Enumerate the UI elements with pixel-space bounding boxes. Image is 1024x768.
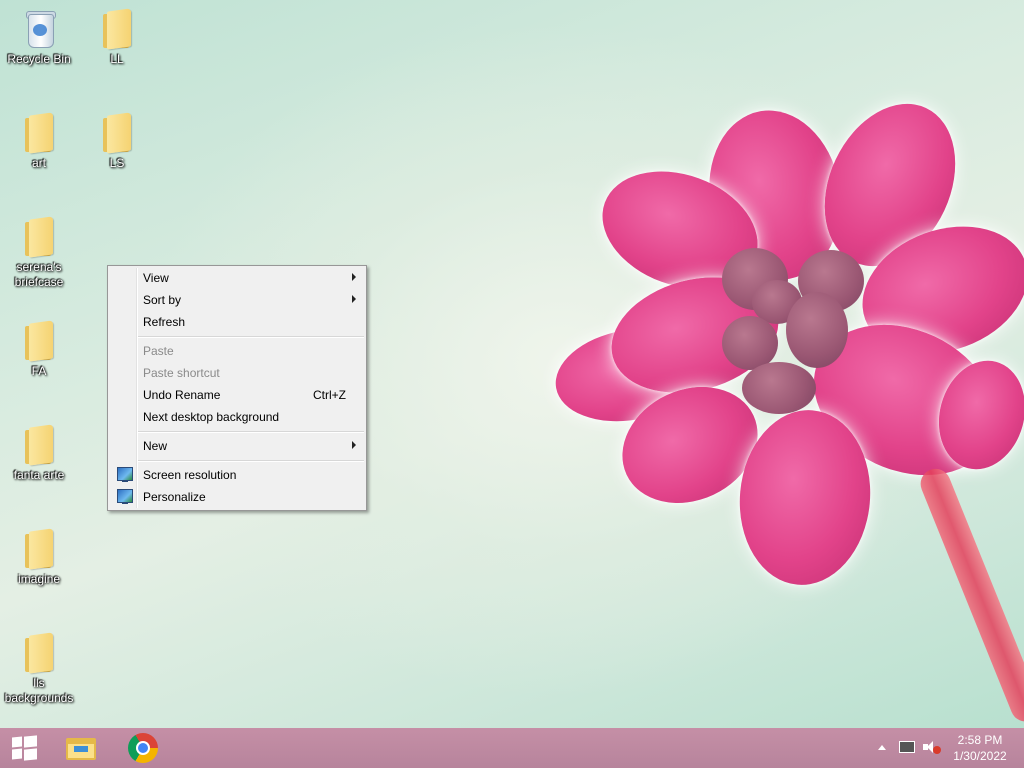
volume-muted-icon [923,741,941,755]
folder-icon [19,632,59,674]
display-icon [117,467,133,482]
folder-ls[interactable]: LS [79,112,155,171]
menu-item-paste-shortcut: Paste shortcut [110,362,364,384]
menu-item-next-desktop-background[interactable]: Next desktop background [110,406,364,428]
submenu-arrow-icon [352,273,356,281]
submenu-arrow-icon [352,441,356,449]
chevron-up-icon [878,745,886,750]
menu-item-view[interactable]: View [110,267,364,289]
volume-button[interactable] [920,728,942,768]
network-button[interactable] [896,728,918,768]
folder-fanta-arte[interactable]: fanta arte [1,424,77,483]
desktop[interactable]: Recycle Bin LL art LS serena's briefcase… [0,0,1024,728]
menu-separator [138,460,364,462]
menu-item-label: Paste [143,344,174,358]
menu-item-label: Next desktop background [143,410,280,424]
desktop-icon-label: FA [31,364,47,378]
folder-ll[interactable]: LL [79,8,155,67]
taskbar-clock[interactable]: 2:58 PM 1/30/2022 [950,732,1010,764]
desktop-icon-label: fanta arte [13,468,65,482]
folder-icon [97,112,137,154]
folder-icon [19,424,59,466]
menu-item-label: Refresh [143,315,186,329]
chrome-button[interactable] [120,730,166,766]
menu-item-screen-resolution[interactable]: Screen resolution [110,464,364,486]
desktop-icon-label: imagine [17,572,61,586]
menu-item-refresh[interactable]: Refresh [110,311,364,333]
folder-serenas-briefcase[interactable]: serena's briefcase [1,216,77,290]
menu-item-label: Paste shortcut [143,366,220,380]
desktop-icon-label: LL [110,52,124,66]
recycle-bin[interactable]: Recycle Bin [1,8,77,67]
file-explorer-button[interactable] [58,730,104,766]
menu-item-label: Undo Rename [143,388,221,402]
folder-icon [19,216,59,258]
clock-date: 1/30/2022 [953,749,1007,763]
folder-icon [19,320,59,362]
start-button[interactable] [0,728,48,768]
folder-art[interactable]: art [1,112,77,171]
folder-icon [97,8,137,50]
network-icon [899,741,915,753]
desktop-icon-label: LS [109,156,125,170]
menu-item-shortcut: Ctrl+Z [313,388,346,402]
folder-lls-backgrounds[interactable]: lls backgrounds [1,632,77,706]
desktop-icon-label: art [31,156,46,170]
chrome-icon [128,733,158,763]
desktop-icon-label: serena's briefcase [14,260,64,289]
menu-item-personalize[interactable]: Personalize [110,486,364,508]
menu-separator [138,336,364,338]
menu-item-label: Screen resolution [143,468,237,482]
recycle-bin-icon [19,8,59,48]
desktop-context-menu: View Sort by Refresh Paste Paste shortcu… [107,265,367,511]
show-hidden-icons-button[interactable] [872,728,892,768]
menu-item-sort-by[interactable]: Sort by [110,289,364,311]
menu-item-undo-rename[interactable]: Undo Rename Ctrl+Z [110,384,364,406]
folder-icon [19,112,59,154]
desktop-icon-label: lls backgrounds [4,676,74,705]
taskbar: 2:58 PM 1/30/2022 [0,728,1024,768]
clock-time: 2:58 PM [957,733,1003,747]
menu-separator [138,431,364,433]
folder-imagine[interactable]: imagine [1,528,77,587]
menu-item-new[interactable]: New [110,435,364,457]
menu-item-paste: Paste [110,340,364,362]
folder-fa[interactable]: FA [1,320,77,379]
desktop-icon-label: Recycle Bin [7,52,71,66]
personalize-icon [117,489,133,504]
menu-item-label: Personalize [143,490,206,504]
submenu-arrow-icon [352,295,356,303]
menu-item-label: New [143,439,168,453]
menu-item-label: View [143,271,169,285]
file-explorer-icon [66,736,96,760]
folder-icon [19,528,59,570]
menu-item-label: Sort by [143,293,182,307]
